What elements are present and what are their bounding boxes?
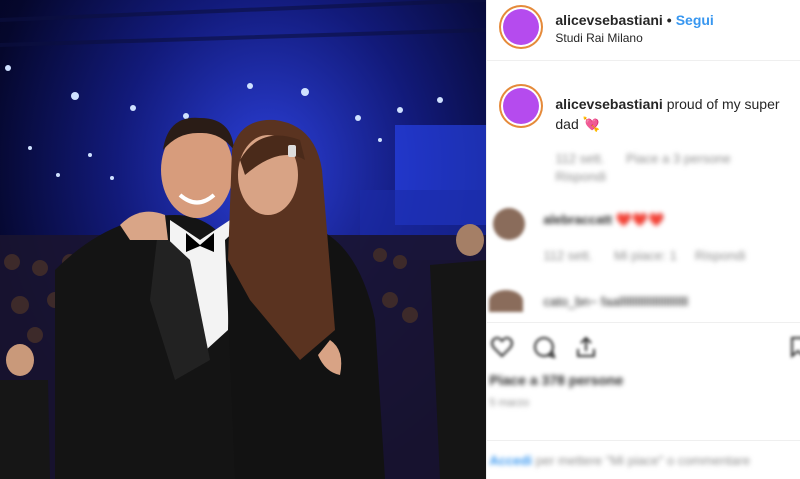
share-icon[interactable] <box>573 335 599 359</box>
header-username-row: alicevsebastiani • Segui <box>555 12 713 28</box>
caption-reply[interactable]: Rispondi <box>555 169 606 184</box>
caption-avatar[interactable] <box>503 88 540 124</box>
comment-1: alebraccatt ❤️❤️❤️ <box>543 212 664 228</box>
caption-time: 112 sett. <box>555 151 605 166</box>
footer-rest: per mettere "Mi piace" o commentare <box>535 453 751 468</box>
comment-footer: Accedi per mettere "Mi piace" o commenta… <box>487 440 800 479</box>
comment-1-meta: 112 sett. Mi piace: 1 Rispondi <box>543 248 745 263</box>
follow-button[interactable]: Segui <box>676 12 714 28</box>
caption-text: alicevsebastiani proud of my super dad 💘 <box>555 94 800 134</box>
username-link[interactable]: alicevsebastiani <box>555 12 662 28</box>
caption-likes[interactable]: Piace a 3 persone <box>626 151 731 166</box>
photo-illustration <box>0 0 487 479</box>
caption-meta: 112 sett. Piace a 3 persone Rispondi <box>555 150 775 186</box>
caption-body-2: dad <box>555 116 579 132</box>
heart-icon[interactable] <box>489 335 515 359</box>
avatar[interactable] <box>503 9 540 45</box>
comment-2: cato_bn~ faallllllllllllllllllllllll <box>543 294 689 309</box>
caption-username[interactable]: alicevsebastiani <box>555 96 662 112</box>
comment-likes[interactable]: Mi piace: 1 <box>614 248 677 263</box>
caption-body: proud of my super <box>666 96 780 112</box>
login-link[interactable]: Accedi <box>489 453 532 468</box>
instagram-post: alicevsebastiani • Segui Studi Rai Milano … <box>0 0 800 479</box>
comment-icon[interactable] <box>531 335 557 359</box>
comment-reply[interactable]: Rispondi <box>695 248 746 263</box>
comment-username[interactable]: alebraccatt <box>543 212 612 227</box>
comment-avatar[interactable] <box>493 208 526 240</box>
post-date: 5 marzo <box>489 397 530 409</box>
footer-text: Accedi per mettere "Mi piace" o commenta… <box>489 453 750 468</box>
comment-emoji: ❤️❤️❤️ <box>615 212 665 227</box>
bookmark-icon[interactable] <box>785 335 800 359</box>
post-side-panel: alicevsebastiani • Segui Studi Rai Milano … <box>486 0 800 479</box>
post-header: alicevsebastiani • Segui Studi Rai Milano <box>487 0 800 61</box>
post-photo[interactable] <box>0 0 487 479</box>
likes-count[interactable]: Piace a 378 persone <box>489 372 623 388</box>
comment-avatar-2[interactable] <box>489 290 524 312</box>
heart-emoji: 💘 <box>582 116 601 132</box>
location-link[interactable]: Studi Rai Milano <box>555 31 642 45</box>
separator-dot: • <box>666 12 672 28</box>
action-bar <box>487 322 800 375</box>
comment-time: 112 sett. <box>543 248 593 263</box>
